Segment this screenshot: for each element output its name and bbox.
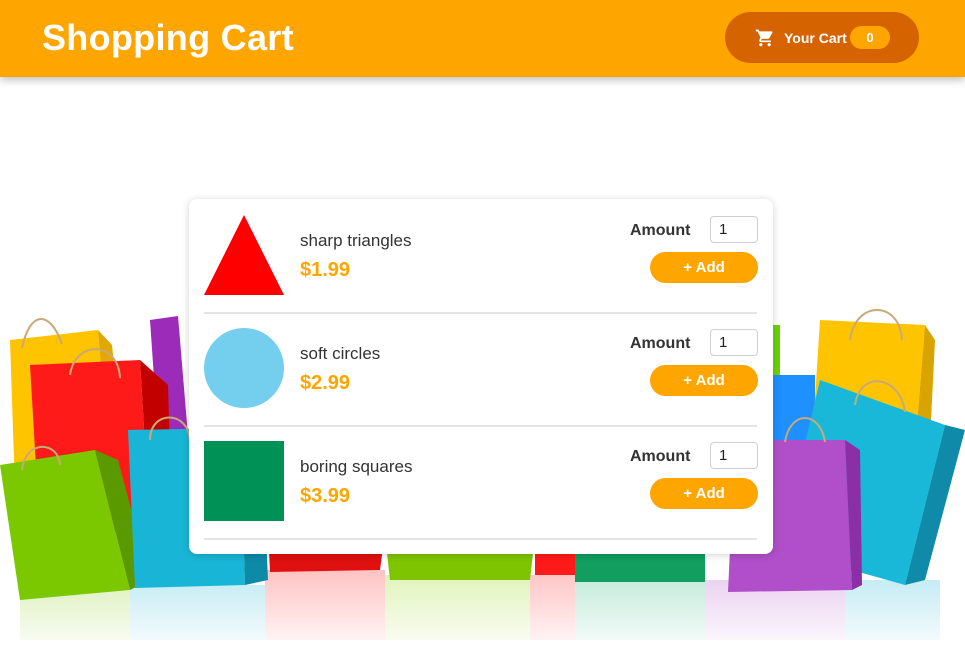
- triangle-image: [204, 215, 284, 295]
- add-button[interactable]: + Add: [650, 252, 758, 283]
- amount-input[interactable]: [710, 329, 758, 356]
- cart-label: Your Cart: [784, 30, 847, 46]
- add-button[interactable]: + Add: [650, 365, 758, 396]
- product-row: boring squares $3.99 Amount + Add: [204, 425, 758, 540]
- amount-label: Amount: [630, 335, 691, 352]
- amount-label: Amount: [630, 222, 691, 239]
- product-row: soft circles $2.99 Amount + Add: [204, 312, 758, 427]
- your-cart-button[interactable]: Your Cart 0: [725, 12, 919, 63]
- product-name: sharp triangles: [300, 231, 412, 250]
- amount-label: Amount: [630, 448, 691, 465]
- shopping-cart-icon: [755, 29, 773, 47]
- app-header: Shopping Cart Your Cart 0: [0, 0, 965, 77]
- circle-image: [204, 328, 284, 408]
- product-list: sharp triangles $1.99 Amount + Add soft …: [189, 199, 773, 554]
- product-price: $3.99: [300, 485, 351, 507]
- cart-count-badge: 0: [850, 26, 890, 49]
- add-button[interactable]: + Add: [650, 478, 758, 509]
- product-price: $1.99: [300, 259, 351, 281]
- product-name: soft circles: [300, 344, 381, 363]
- square-image: [204, 441, 284, 521]
- product-row: sharp triangles $1.99 Amount + Add: [204, 199, 758, 314]
- app-title: Shopping Cart: [42, 17, 294, 58]
- amount-input[interactable]: [710, 216, 758, 243]
- amount-input[interactable]: [710, 442, 758, 469]
- product-price: $2.99: [300, 372, 351, 394]
- product-name: boring squares: [300, 457, 413, 476]
